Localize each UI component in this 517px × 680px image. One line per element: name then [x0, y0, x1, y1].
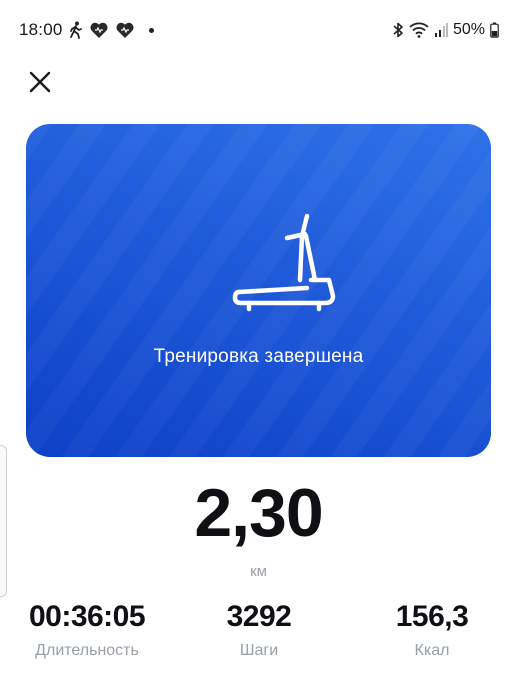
distance-unit: км [250, 563, 267, 580]
workout-summary-screen: 18:00 50% Тренировка завершена 2,30 км 0… [0, 0, 517, 680]
workout-complete-title: Тренировка завершена [153, 346, 364, 367]
signal-icon [434, 23, 448, 37]
notification-dot [148, 27, 154, 33]
workout-complete-card: Тренировка завершена [26, 124, 491, 457]
battery-percent: 50% [452, 21, 485, 38]
status-time: 18:00 [19, 20, 63, 39]
steps-label: Шаги [239, 642, 279, 659]
bluetooth-icon [393, 22, 403, 38]
status-right: 50% [392, 21, 499, 39]
wifi-icon [409, 22, 429, 38]
battery-icon [490, 22, 499, 38]
distance-value: 2,30 [194, 475, 323, 551]
status-bar: 18:00 50% [0, 0, 517, 60]
calories-value: 156,3 [395, 600, 469, 633]
steps-value: 3292 [226, 600, 292, 633]
duration-value: 00:36:05 [28, 600, 146, 633]
close-button[interactable] [22, 64, 58, 100]
calories-label: Ккал [414, 642, 450, 659]
duration-stat: 00:36:05 Длительность [14, 600, 160, 660]
calories-stat: 156,3 Ккал [370, 600, 494, 660]
close-icon [29, 71, 51, 93]
walking-icon [69, 21, 82, 39]
status-left: 18:00 [19, 20, 154, 40]
heart-icon [90, 22, 108, 38]
steps-stat: 3292 Шаги [199, 600, 319, 660]
duration-label: Длительность [35, 642, 139, 659]
heart-icon [116, 22, 134, 38]
treadmill-icon [232, 213, 336, 312]
